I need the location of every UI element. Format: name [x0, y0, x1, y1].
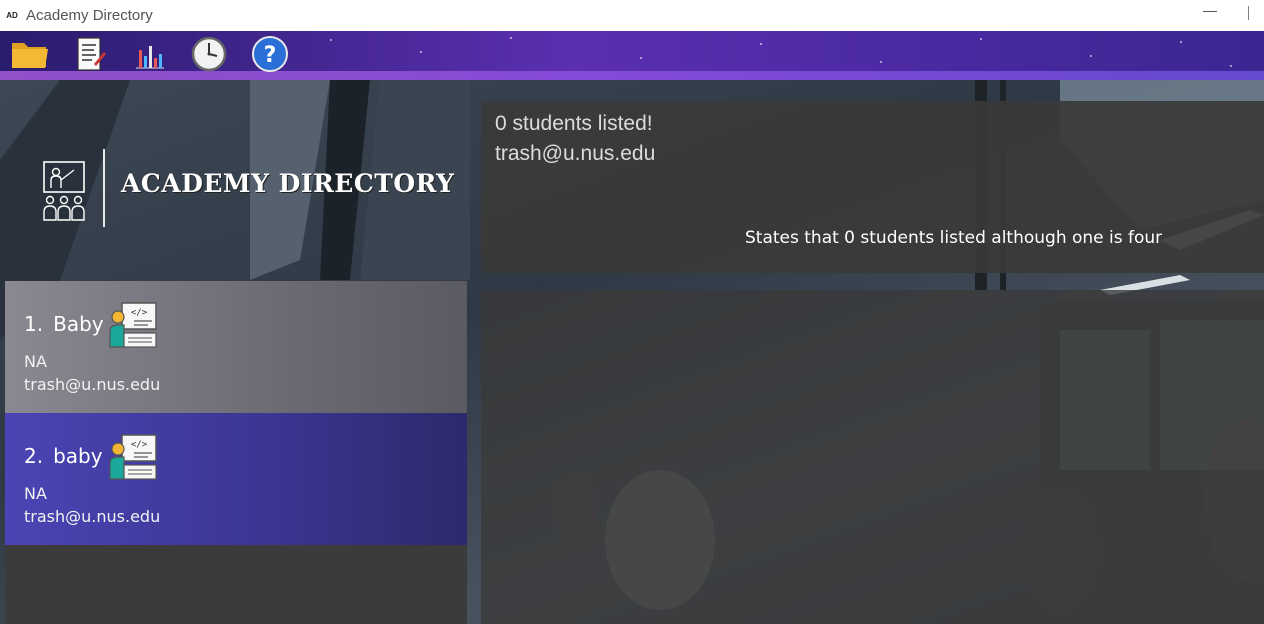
svg-text:</>: </> — [131, 440, 148, 450]
command-result-panel: 0 students listed! trash@u.nus.edu State… — [481, 101, 1264, 273]
result-email: trash@u.nus.edu — [495, 142, 656, 165]
folder-icon[interactable] — [10, 34, 50, 74]
student-name-text: Baby — [53, 312, 104, 336]
toolbar: ? — [0, 31, 1264, 80]
student-list[interactable]: 1. Baby </> NA trash@u.nus.edu 2. baby </> — [5, 281, 467, 624]
student-info: NA — [24, 484, 47, 503]
bar-chart-icon[interactable] — [130, 34, 170, 74]
student-card[interactable]: 1. Baby </> NA trash@u.nus.edu — [5, 281, 467, 413]
result-message: 0 students listed! — [495, 112, 653, 135]
teacher-presentation-icon — [43, 161, 85, 221]
student-index: 2. — [24, 444, 44, 468]
clock-icon[interactable] — [189, 34, 229, 74]
brand-divider — [103, 149, 105, 227]
maximize-button[interactable] — [1248, 4, 1264, 20]
student-name-text: baby — [53, 444, 103, 468]
result-description: States that 0 students listed although o… — [745, 228, 1162, 248]
help-icon[interactable]: ? — [250, 34, 290, 74]
minimize-button[interactable] — [1203, 11, 1217, 12]
window-title: Academy Directory — [26, 7, 153, 24]
svg-text:</>: </> — [131, 308, 148, 318]
student-email: trash@u.nus.edu — [24, 507, 161, 526]
student-info: NA — [24, 352, 47, 371]
document-icon[interactable] — [70, 34, 110, 74]
app-logo-icon: AD — [6, 11, 18, 20]
student-name: 1. Baby — [24, 312, 104, 336]
student-name: 2. baby — [24, 444, 103, 468]
app-brand-title: ACADEMY DIRECTORY — [121, 169, 455, 198]
detail-view-panel — [481, 290, 1264, 624]
student-coding-icon: </> — [109, 434, 157, 480]
student-coding-icon: </> — [109, 302, 157, 348]
student-card-selected[interactable]: 2. baby </> NA trash@u.nus.edu — [5, 413, 467, 545]
window-title-bar: AD Academy Directory — [0, 0, 1264, 31]
student-email: trash@u.nus.edu — [24, 375, 161, 394]
student-index: 1. — [24, 312, 44, 336]
svg-text:?: ? — [264, 43, 277, 68]
